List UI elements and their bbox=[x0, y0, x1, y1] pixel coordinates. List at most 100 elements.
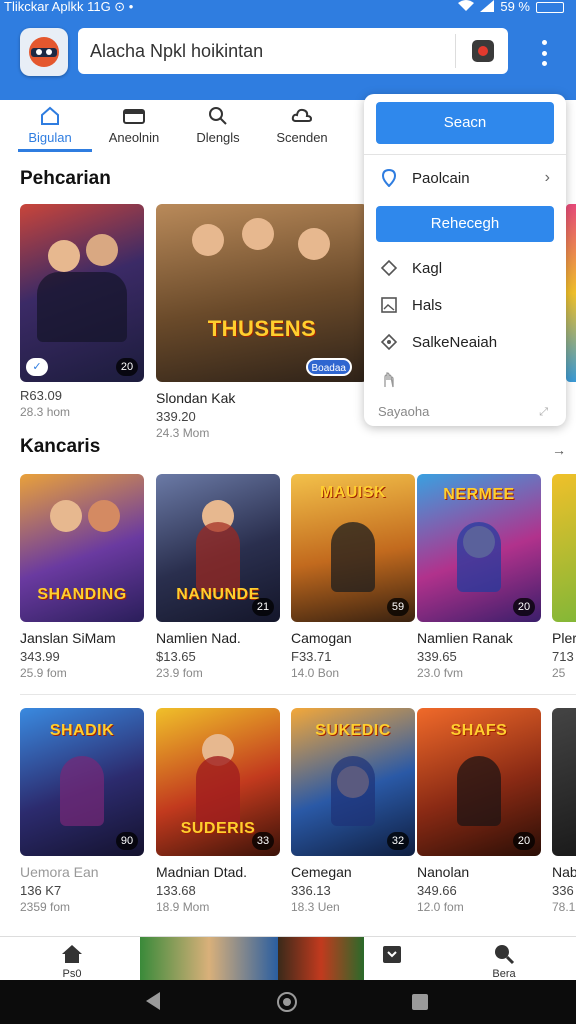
app-card[interactable]: SUKEDIC 32 Cemegan 336.13 18.3 Uen bbox=[291, 708, 415, 914]
cloud-icon bbox=[291, 106, 313, 126]
menu-item-salkeneaiah[interactable]: SalkeNeaiah bbox=[380, 330, 554, 354]
app-thumbnail[interactable]: SHADIK 90 bbox=[20, 708, 144, 856]
promo-banner[interactable] bbox=[140, 937, 278, 981]
image-icon bbox=[380, 296, 398, 314]
row-divider bbox=[20, 694, 576, 695]
app-card-partial[interactable]: Pler 713 25 bbox=[552, 474, 576, 680]
app-card-partial[interactable]: Nab 336 78.1 bbox=[552, 708, 576, 914]
menu-item-kagl[interactable]: Kagl bbox=[380, 256, 554, 280]
home-icon bbox=[39, 106, 61, 126]
app-card[interactable]: SUDERIS 33 Madnian Dtad. 133.68 18.9 Mom bbox=[156, 708, 280, 914]
nav-label: Bera bbox=[492, 968, 516, 980]
store-icon bbox=[383, 946, 401, 963]
app-size: 18.9 Mom bbox=[156, 900, 210, 914]
game-art-title: SHAFS bbox=[450, 722, 508, 739]
app-card[interactable]: SHADIK 90 Uemora Ean 136 K7 2359 fom bbox=[20, 708, 144, 914]
app-card[interactable]: MAUISK 59 Camogan F33.71 14.0 Bon bbox=[291, 474, 415, 680]
menu-primary-button[interactable]: Seacn bbox=[376, 102, 554, 144]
search-input[interactable]: Alacha Npkl hoikintan bbox=[90, 41, 263, 62]
nav-label: Ps0 bbox=[62, 968, 82, 980]
app-price: 336.13 bbox=[291, 883, 331, 898]
camera-search-icon[interactable] bbox=[472, 40, 494, 62]
app-size: 24.3 Mom bbox=[156, 426, 210, 440]
app-thumbnail[interactable]: ✓ 20 bbox=[20, 204, 144, 382]
tab-dlengls[interactable]: Dlengls bbox=[176, 100, 260, 154]
app-card[interactable]: ✓ 20 R63.09 28.3 hom bbox=[20, 204, 144, 419]
app-price: 349.66 bbox=[417, 883, 457, 898]
nav-search[interactable]: Bera bbox=[492, 943, 516, 980]
back-icon[interactable] bbox=[146, 992, 160, 1010]
app-price: 343.99 bbox=[20, 649, 60, 664]
search-bar[interactable]: Alacha Npkl hoikintan bbox=[78, 28, 508, 74]
download-badge[interactable]: Boadaa bbox=[305, 358, 352, 376]
rating-badge: 20 bbox=[116, 358, 138, 376]
battery-text: 59 % bbox=[500, 0, 530, 14]
app-price: 336 bbox=[552, 883, 574, 898]
app-size: 25 bbox=[552, 666, 566, 680]
chevron-right-icon: › bbox=[544, 169, 550, 186]
app-price: R63.09 bbox=[20, 388, 62, 403]
app-card[interactable]: SHANDING Janslan SiMam 343.99 25.9 fom bbox=[20, 474, 144, 680]
promo-banner-secondary[interactable] bbox=[278, 937, 364, 981]
home-button-icon[interactable] bbox=[277, 992, 297, 1012]
app-title: Pler bbox=[552, 630, 576, 646]
menu-item-label: Hals bbox=[412, 296, 443, 314]
rating-badge: 90 bbox=[116, 832, 138, 850]
app-price: 713 bbox=[552, 649, 574, 664]
app-title: Nab bbox=[552, 864, 576, 880]
app-thumbnail[interactable]: SHANDING bbox=[20, 474, 144, 622]
app-thumbnail[interactable]: SUDERIS 33 bbox=[156, 708, 280, 856]
recent-apps-icon[interactable] bbox=[412, 994, 428, 1010]
nav-store[interactable] bbox=[380, 943, 404, 968]
app-thumbnail-partial[interactable] bbox=[566, 204, 576, 382]
app-title: Camogan bbox=[291, 630, 352, 646]
wifi-icon bbox=[458, 0, 475, 15]
app-thumbnail[interactable]: NERMEE 20 bbox=[417, 474, 541, 622]
app-card[interactable]: NERMEE 20 Namlien Ranak 339.65 23.0 fvm bbox=[417, 474, 541, 680]
app-size: 78.1 bbox=[552, 900, 576, 914]
search-icon bbox=[207, 106, 229, 126]
menu-secondary-button[interactable]: Rehecegh bbox=[376, 206, 554, 242]
nav-home[interactable]: Ps0 bbox=[60, 943, 84, 980]
more-options-icon[interactable] bbox=[532, 40, 556, 66]
search-icon bbox=[495, 945, 515, 965]
more-arrow-icon[interactable]: → bbox=[552, 442, 566, 458]
app-thumbnail[interactable]: SUKEDIC 32 bbox=[291, 708, 415, 856]
app-thumbnail[interactable]: MAUISK 59 bbox=[291, 474, 415, 622]
tab-scenden[interactable]: Scenden bbox=[260, 100, 344, 154]
app-thumbnail[interactable]: SHAFS 20 bbox=[417, 708, 541, 856]
verified-icon: ✓ bbox=[26, 358, 48, 376]
expand-icon[interactable]: ⤢ bbox=[539, 406, 548, 419]
menu-item-paolcain[interactable]: Paolcain › bbox=[380, 166, 554, 190]
game-art-title: SHANDING bbox=[37, 586, 127, 603]
app-price: 136 K7 bbox=[20, 883, 62, 898]
menu-item-hals[interactable]: Hals bbox=[380, 293, 554, 317]
app-title: Namlien Ranak bbox=[417, 630, 513, 646]
app-thumbnail[interactable]: NANUNDE 21 bbox=[156, 474, 280, 622]
app-card[interactable]: SHAFS 20 Nanolan 349.66 12.0 fom bbox=[417, 708, 541, 914]
game-art-title: NERMEE bbox=[443, 486, 515, 503]
app-thumbnail[interactable] bbox=[552, 708, 576, 856]
tab-label: Scenden bbox=[276, 130, 328, 145]
app-title: Madnian Dtad. bbox=[156, 864, 248, 880]
app-card[interactable]: NANUNDE 21 Namlien Nad. $13.65 23.9 fom bbox=[156, 474, 280, 680]
tab-bigulan[interactable]: Bigulan bbox=[8, 100, 92, 154]
app-logo[interactable] bbox=[20, 28, 68, 76]
app-price: 133.68 bbox=[156, 883, 196, 898]
app-card[interactable]: THUSENS Boadaa Slondan Kak 339.20 24.3 M… bbox=[156, 204, 368, 440]
status-left-text: Tlikckar Aplkk 11G ⊙ • bbox=[4, 0, 134, 14]
menu-item-label: Kagl bbox=[412, 259, 443, 277]
menu-item-hand[interactable] bbox=[380, 368, 554, 392]
game-art-title: SUKEDIC bbox=[315, 722, 391, 739]
rating-badge: 32 bbox=[387, 832, 409, 850]
system-navigation-bar bbox=[0, 980, 576, 1024]
rating-badge: 59 bbox=[387, 598, 409, 616]
menu-item-label: SalkeNeaiah bbox=[412, 333, 498, 351]
rating-badge: 20 bbox=[513, 832, 535, 850]
menu-item-label: Paolcain bbox=[412, 169, 470, 187]
app-thumbnail[interactable] bbox=[552, 474, 576, 622]
app-thumbnail[interactable]: THUSENS Boadaa bbox=[156, 204, 368, 382]
tab-aneolnin[interactable]: Aneolnin bbox=[92, 100, 176, 154]
tab-label: Bigulan bbox=[28, 130, 72, 145]
app-size: 23.9 fom bbox=[156, 666, 203, 680]
